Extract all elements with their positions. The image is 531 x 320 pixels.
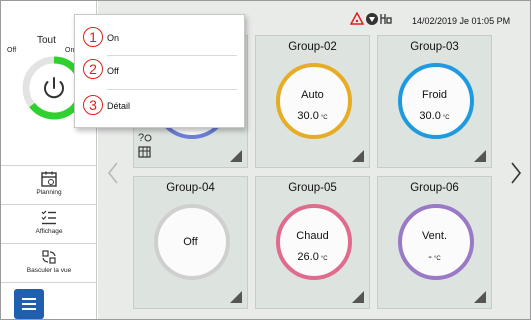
switch-view-icon [42, 250, 56, 264]
popup-item-off[interactable]: 2 Off [75, 57, 246, 85]
group-tile-group-02[interactable]: Group-02 Auto 30.0 °C [255, 35, 370, 168]
group-mode: Froid [421, 89, 448, 101]
popup-item-on[interactable]: 1 On [75, 23, 246, 51]
group-temperature: 30.0 °C [297, 110, 328, 122]
sidebar-item-label: Affichage [35, 228, 63, 235]
group-status-ring [276, 204, 352, 280]
group-status-ring [398, 63, 474, 139]
group-status-ring [398, 204, 474, 280]
status-icons [350, 12, 392, 25]
popup-item-label: Off [107, 66, 119, 76]
datetime-display: 14/02/2019 Je 01:05 PM [412, 16, 511, 26]
group-name: Group-02 [288, 41, 337, 53]
menu-button[interactable] [14, 289, 44, 319]
callout-number-1: 1 [83, 27, 103, 47]
group-mode: Chaud [296, 230, 329, 242]
schedule-icon: ? [138, 132, 152, 158]
network-icon [380, 14, 392, 24]
group-mode: Vent. [421, 230, 448, 242]
hamburger-menu-icon [22, 298, 36, 300]
group-name: Group-06 [410, 182, 459, 194]
previous-page-arrow[interactable] [106, 161, 120, 185]
corner-indicator [474, 150, 486, 162]
corner-indicator [230, 291, 242, 303]
sidebar-divider [1, 204, 97, 205]
corner-indicator [352, 291, 364, 303]
corner-indicator [352, 150, 364, 162]
group-tile-group-04[interactable]: Group-04 Off [133, 176, 248, 309]
all-label: Tout [37, 35, 56, 46]
group-name: Group-04 [166, 182, 215, 194]
popup-item-label: Détail [107, 101, 131, 111]
next-page-arrow[interactable] [509, 161, 523, 185]
warning-icon [350, 12, 365, 25]
group-temperature: - °C [428, 251, 441, 263]
shield-icon [366, 13, 378, 25]
sidebar-item-label: Basculer la vue [26, 267, 72, 274]
popup-item-label: On [107, 33, 120, 43]
group-action-popup: 1 On 2 Off 3 Détail [74, 14, 245, 128]
callout-number-3: 3 [83, 95, 103, 115]
group-name: Group-05 [288, 182, 337, 194]
corner-indicator [230, 150, 242, 162]
group-tile-group-03[interactable]: Group-03 Froid 30.0 °C [377, 35, 492, 168]
sidebar-divider [1, 282, 97, 283]
callout-number-2: 2 [83, 59, 103, 79]
group-temperature: 26.0 °C [297, 251, 328, 263]
corner-indicator [474, 291, 486, 303]
sidebar-divider [1, 243, 97, 244]
sidebar-divider [1, 165, 97, 166]
popup-divider [107, 55, 237, 56]
group-tile-group-06[interactable]: Group-06 Vent. - °C [377, 176, 492, 309]
calendar-icon [41, 171, 57, 187]
sidebar-item-basculer-la-vue[interactable]: Basculer la vue [1, 245, 97, 281]
svg-text:?: ? [138, 132, 144, 144]
group-status-ring [276, 63, 352, 139]
popup-divider [107, 89, 237, 90]
group-mode: Auto [301, 89, 324, 101]
on-label: On [65, 47, 75, 54]
group-temperature: 30.0 °C [419, 110, 450, 122]
popup-item-detail[interactable]: 3 Détail [75, 93, 246, 121]
group-tile-group-05[interactable]: Group-05 Chaud 26.0 °C [255, 176, 370, 309]
group-mode: Off [183, 236, 198, 248]
sidebar-item-label: Planning [36, 189, 62, 196]
group-name: Group-03 [410, 41, 459, 53]
sidebar-item-affichage[interactable]: Affichage [1, 206, 97, 242]
sidebar-item-planning[interactable]: Planning [1, 167, 97, 203]
off-label: Off [7, 47, 17, 54]
list-icon [41, 210, 56, 225]
